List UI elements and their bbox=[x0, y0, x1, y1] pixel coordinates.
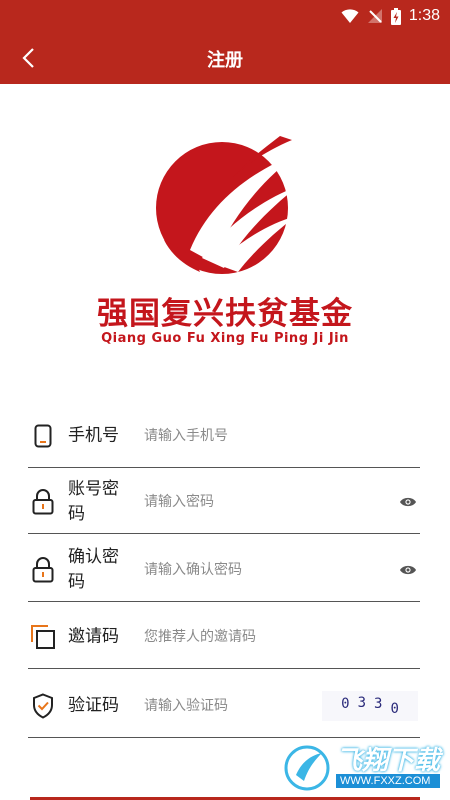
watermark-url: WWW.FXXZ.COM bbox=[336, 774, 441, 788]
eye-icon[interactable] bbox=[398, 563, 418, 577]
battery-charging-icon bbox=[390, 7, 401, 25]
brand-name: 强国复兴扶贫基金 bbox=[97, 296, 353, 332]
app-bar: 注册 bbox=[0, 32, 450, 84]
phoenix-logo-icon bbox=[156, 136, 300, 274]
invite-label: 邀请码 bbox=[68, 626, 119, 646]
captcha-input[interactable] bbox=[144, 690, 314, 721]
captcha-char: 3 bbox=[374, 695, 383, 712]
captcha-row: 验证码 0 3 3 0 bbox=[28, 674, 420, 738]
status-bar: 1:38 bbox=[0, 0, 450, 32]
watermark-logo-icon bbox=[284, 745, 330, 791]
confirm-password-row: 确认密码 bbox=[28, 538, 420, 602]
phone-icon bbox=[30, 423, 56, 449]
brand-logo bbox=[0, 132, 450, 282]
lock-icon bbox=[30, 556, 56, 583]
captcha-char: 0 bbox=[390, 700, 399, 717]
watermark-text: 飞翔下载 bbox=[336, 746, 441, 776]
confirm-password-label: 确认密码 bbox=[68, 546, 119, 592]
no-signal-icon bbox=[367, 9, 382, 23]
watermark: 飞翔下载 WWW.FXXZ.COM bbox=[284, 742, 444, 794]
password-input[interactable] bbox=[144, 486, 364, 517]
phone-row: 手机号 bbox=[28, 404, 420, 468]
status-time: 1:38 bbox=[408, 7, 440, 24]
password-label: 账号密码 bbox=[68, 478, 119, 524]
invite-input[interactable] bbox=[144, 621, 364, 652]
status-icons: 1:38 bbox=[341, 5, 440, 27]
confirm-password-input[interactable] bbox=[144, 554, 364, 585]
phone-label: 手机号 bbox=[68, 425, 119, 445]
brand-pinyin: Qiang Guo Fu Xing Fu Ping Ji Jin bbox=[101, 331, 349, 346]
password-row: 账号密码 bbox=[28, 470, 420, 534]
watermark-text-block: 飞翔下载 WWW.FXXZ.COM bbox=[336, 746, 441, 788]
shield-check-icon bbox=[30, 692, 56, 719]
invite-row: 邀请码 bbox=[28, 605, 420, 669]
captcha-char: 0 bbox=[341, 695, 350, 712]
lock-icon bbox=[30, 488, 56, 515]
wifi-icon bbox=[341, 9, 359, 23]
eye-icon[interactable] bbox=[398, 495, 418, 509]
captcha-label: 验证码 bbox=[68, 695, 119, 715]
page-title: 注册 bbox=[207, 50, 243, 71]
captcha-char: 3 bbox=[357, 694, 366, 711]
captcha-image[interactable]: 0 3 3 0 bbox=[322, 690, 418, 721]
phone-input[interactable] bbox=[144, 420, 364, 451]
copy-icon bbox=[30, 624, 56, 650]
